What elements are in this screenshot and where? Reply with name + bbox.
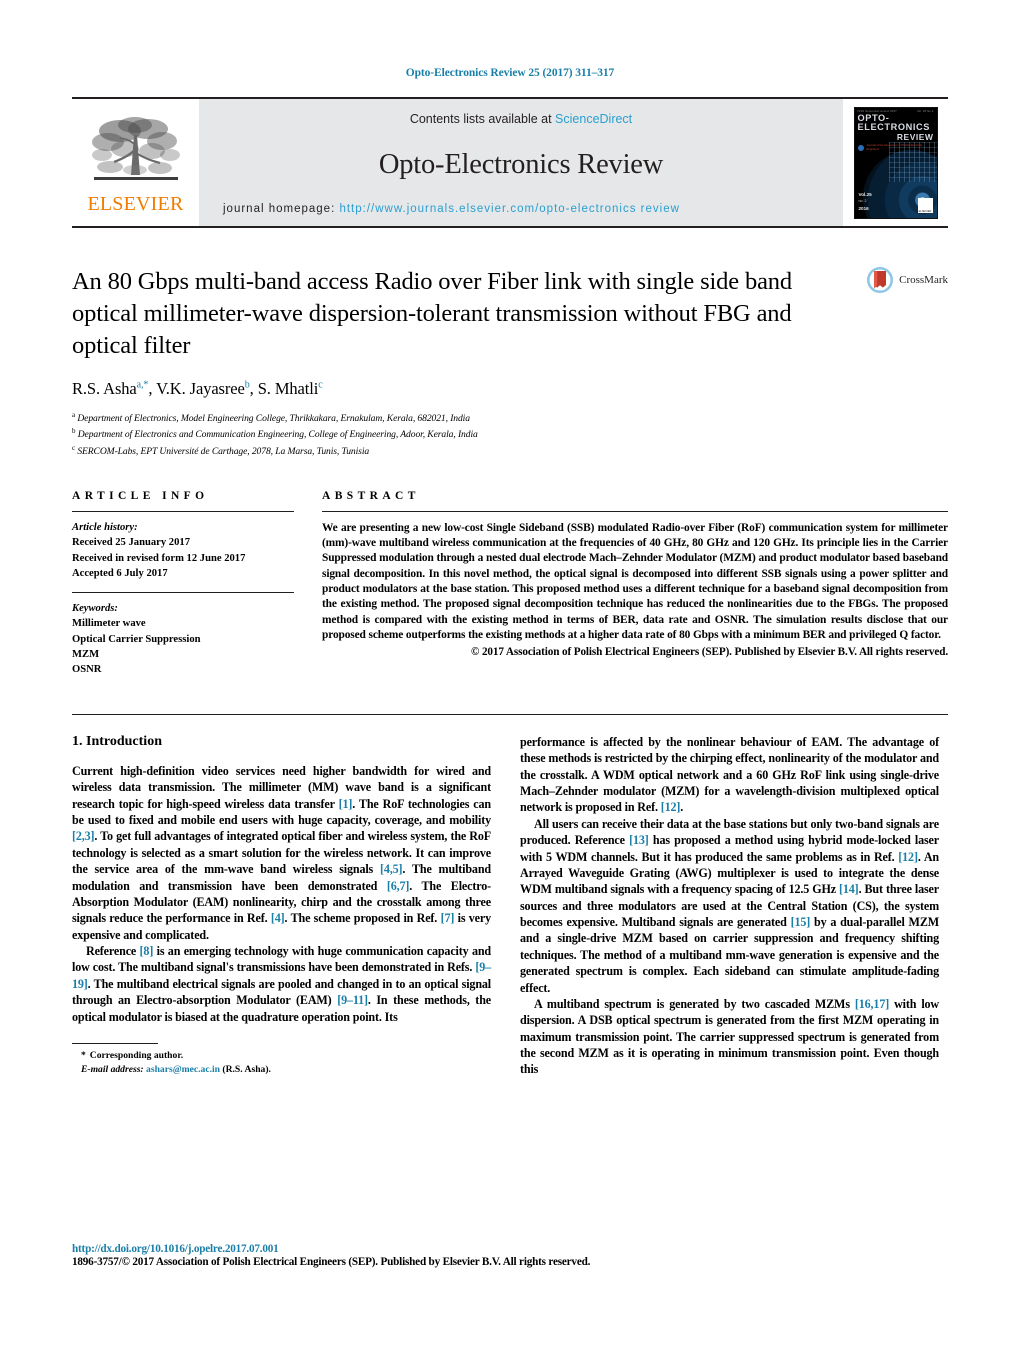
affiliation-marker: b [72, 427, 76, 436]
history-item: Accepted 6 July 2017 [72, 568, 168, 580]
cover-subtitle: Journal of the Association of Polish Ele… [857, 143, 934, 152]
sciencedirect-link[interactable]: ScienceDirect [555, 112, 632, 126]
corresponding-author-footnote: * Corresponding author. E-mail address: a… [72, 1043, 491, 1078]
abstract-heading: ABSTRACT [322, 489, 420, 502]
keywords-group: Keywords: Millimeter wave Optical Carrie… [72, 593, 294, 688]
article-history-group: Article history: Received 25 January 201… [72, 512, 294, 592]
cover-volume-value: Vol.25 [858, 192, 872, 198]
crossmark-icon [867, 267, 894, 293]
keyword-item: MZM [72, 649, 100, 660]
section-heading-introduction: 1. Introduction [72, 733, 162, 749]
abstract-copyright: © 2017 Association of Polish Electrical … [471, 646, 948, 659]
abstract-text: We are presenting a new low-cost Single … [322, 521, 948, 642]
email-link[interactable]: ashars@mec.ac.in [146, 1064, 220, 1075]
journal-homepage-line: journal homepage: http://www.journals.el… [199, 203, 843, 215]
cover-art: ISSN Numerical version 0157 Vol. 25 No.4… [853, 106, 938, 219]
author-list: R.S. Ashaa,*, V.K. Jayasreeb, S. Mhatlic [72, 379, 948, 399]
abstract-column: ABSTRACT We are presenting a new low-cos… [322, 490, 948, 688]
cover-title-line2: REVIEW [896, 131, 934, 142]
paper-page: Opto-Electronics Review 25 (2017) 311–31… [0, 0, 1020, 1351]
article-info-column: ARTICLE INFO Article history: Received 2… [72, 490, 294, 688]
crossmark-label: CrossMark [899, 274, 948, 286]
running-head: Opto-Electronics Review 25 (2017) 311–31… [405, 67, 615, 79]
body-paragraph: Current high-definition video services n… [72, 763, 491, 942]
cover-title-line1: OPTO-ELECTRONICS [857, 112, 930, 132]
cover-elsevier-mark: ELSEVIER [917, 197, 933, 213]
affiliation-text: Department of Electronics, Model Enginee… [77, 412, 470, 424]
journal-cover-thumbnail: ISSN Numerical version 0157 Vol. 25 No.4… [843, 99, 948, 226]
footnote-corresponding-text: Corresponding author. [89, 1050, 184, 1061]
homepage-prefix: journal homepage: [223, 203, 340, 215]
affiliation-marker: a [72, 410, 76, 419]
history-item: Received 25 January 2017 [72, 537, 190, 549]
affiliation-text: SERCOM-Labs, EPT Université de Carthage,… [77, 446, 370, 458]
elsevier-tree-icon [91, 117, 180, 180]
keywords-label: Keywords: [72, 602, 118, 614]
authors-text: R.S. Ashaa,*, V.K. Jayasreeb, S. Mhatlic [72, 378, 323, 398]
issn-copyright-line: 1896-3757/© 2017 Association of Polish E… [72, 1256, 591, 1268]
cover-volume-tiny: Vol. 25 No.4 [916, 109, 934, 113]
body-paragraph: All users can receive their data at the … [520, 816, 939, 995]
body-paragraph: A multiband spectrum is generated by two… [520, 996, 940, 1077]
keyword-item: OSNR [72, 664, 102, 676]
contents-prefix: Contents lists available at [409, 112, 556, 126]
body-column-left: 1. Introduction Current high-definition … [72, 734, 491, 1078]
affiliation-item: b Department of Electronics and Communic… [72, 426, 948, 443]
contents-list-line: Contents lists available at ScienceDirec… [199, 112, 843, 126]
title-block: An 80 Gbps multi-band access Radio over … [72, 266, 948, 460]
crossmark-badge[interactable]: CrossMark [866, 266, 948, 294]
keyword-item: Optical Carrier Suppression [72, 633, 201, 645]
footnote-email-line: E-mail address: ashars@mec.ac.in (R.S. A… [72, 1063, 491, 1077]
journal-title: Opto-Electronics Review [378, 148, 664, 180]
abstract-body: We are presenting a new low-cost Single … [322, 512, 948, 661]
body-separator-rule [72, 713, 948, 715]
cover-year-value: 2016 [858, 205, 869, 211]
affiliation-text: Department of Electronics and Communicat… [77, 429, 478, 441]
body-column-right: performance is affected by the nonlinear… [520, 734, 939, 1078]
footnote-star: * [81, 1050, 86, 1061]
cover-sep-logo-icon [857, 145, 864, 152]
article-history-label: Article history: [72, 521, 138, 533]
keyword-item: Millimeter wave [72, 618, 146, 630]
history-item: Received in revised form 12 June 2017 [72, 552, 246, 564]
email-label: E-mail address: [81, 1064, 144, 1076]
page-title: An 80 Gbps multi-band access Radio over … [72, 268, 793, 359]
body-paragraph: Reference [8] is an emerging technology … [72, 944, 491, 1024]
footnote-corresponding-line: * Corresponding author. [72, 1049, 491, 1063]
page-footer: http://dx.doi.org/10.1016/j.opelre.2017.… [72, 1243, 948, 1268]
homepage-link[interactable]: http://www.journals.elsevier.com/opto-el… [339, 203, 679, 215]
affiliation-list: a Department of Electronics, Model Engin… [72, 410, 948, 460]
elsevier-wordmark: ELSEVIER [87, 193, 184, 215]
elsevier-logo: ELSEVIER [72, 99, 199, 226]
body-columns: 1. Introduction Current high-definition … [72, 734, 948, 1078]
article-info-heading: ARTICLE INFO [72, 489, 209, 502]
doi-link[interactable]: http://dx.doi.org/10.1016/j.opelre.2017.… [72, 1243, 948, 1255]
body-paragraph: performance is affected by the nonlinear… [520, 734, 939, 815]
cover-volume-block: Vol.25 no. 2 2016 [859, 191, 872, 212]
info-abstract-section: ARTICLE INFO Article history: Received 2… [72, 490, 948, 688]
email-owner: (R.S. Asha). [222, 1064, 271, 1076]
affiliation-item: a Department of Electronics, Model Engin… [72, 410, 948, 427]
cover-elsevier-text: ELSEVIER [918, 209, 932, 213]
journal-banner: Contents lists available at ScienceDirec… [199, 99, 843, 226]
footnote-rule [72, 1043, 158, 1044]
affiliation-marker: c [72, 444, 76, 453]
affiliation-item: c SERCOM-Labs, EPT Université de Carthag… [72, 443, 948, 460]
cover-subtitle-text: Journal of the Association of Polish Ele… [866, 143, 923, 152]
journal-masthead: ELSEVIER Contents lists available at Sci… [72, 97, 948, 228]
cover-header: ISSN Numerical version 0157 Vol. 25 No.4… [857, 109, 934, 152]
